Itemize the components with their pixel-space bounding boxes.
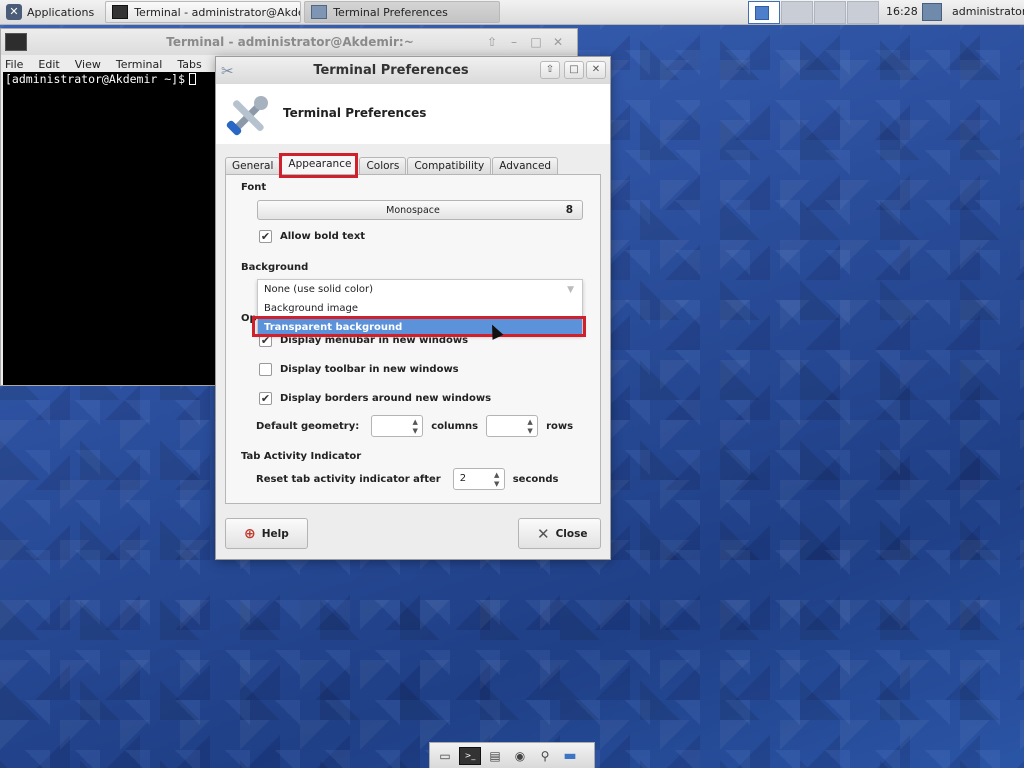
maximize-icon[interactable]: □ xyxy=(564,61,584,79)
folder-icon[interactable]: ▬ xyxy=(559,747,581,765)
font-size: 8 xyxy=(565,204,573,216)
clock[interactable]: 16:28 xyxy=(886,5,918,18)
seconds-label: seconds xyxy=(512,473,559,485)
workspace-switcher xyxy=(748,1,880,24)
bottom-dock: ▭ >_ ▤ ◉ ⚲ ▬ xyxy=(429,742,595,768)
background-section-label: Background xyxy=(241,262,309,273)
columns-spinbox[interactable]: ▲ ▼ xyxy=(371,415,424,437)
reset-tab-activity-label: Reset tab activity indicator after xyxy=(256,473,441,485)
user-menu[interactable]: administrator xyxy=(952,5,1024,18)
background-option-none-label: None (use solid color) xyxy=(264,284,373,295)
appearance-panel: Font Monospace 8 ✔ Allow bold text Backg… xyxy=(225,174,601,504)
terminal-prompt: [administrator@Akdemir ~]$ xyxy=(5,72,197,86)
shade-icon[interactable]: ⇧ xyxy=(540,61,560,79)
menu-view[interactable]: View xyxy=(75,58,101,71)
prefs-header: Terminal Preferences xyxy=(216,84,610,144)
close-icon: ✕ xyxy=(537,524,550,543)
terminal-screen[interactable] xyxy=(3,72,216,385)
display-borders-row[interactable]: ✔ Display borders around new windows xyxy=(259,392,491,405)
menu-terminal[interactable]: Terminal xyxy=(116,58,163,71)
display-toolbar-row[interactable]: Display toolbar in new windows xyxy=(259,363,459,376)
allow-bold-row[interactable]: ✔ Allow bold text xyxy=(259,230,365,243)
background-option-none[interactable]: None (use solid color) ▼ xyxy=(258,280,582,299)
terminal-icon xyxy=(112,5,129,19)
tab-general[interactable]: General xyxy=(225,157,281,174)
user-icon xyxy=(922,3,942,21)
display-borders-checkbox[interactable]: ✔ xyxy=(259,392,272,405)
taskbar-preferences-label: Terminal Preferences xyxy=(333,5,448,19)
display-borders-label: Display borders around new windows xyxy=(280,393,492,404)
preferences-tools-icon xyxy=(226,96,268,136)
prefs-titlebar[interactable]: ✂ Terminal Preferences ⇧ □ ✕ xyxy=(216,57,610,84)
close-button[interactable]: ✕ Close xyxy=(518,518,601,549)
top-panel: ✕ Applications Terminal - administrator@… xyxy=(0,0,1024,25)
applications-menu-label: Applications xyxy=(27,5,95,19)
prefs-header-title: Terminal Preferences xyxy=(283,106,427,120)
prefs-tabs: General Appearance Colors Compatibility … xyxy=(225,155,559,174)
close-icon[interactable]: ✕ xyxy=(547,35,569,49)
reset-tab-activity-row: Reset tab activity indicator after 2 ▲ ▼… xyxy=(256,468,567,490)
search-icon[interactable]: ⚲ xyxy=(534,747,556,765)
help-button[interactable]: ⊕ Help xyxy=(225,518,308,549)
maximize-icon[interactable]: □ xyxy=(525,35,547,49)
workspace-3[interactable] xyxy=(814,1,846,24)
spin-down-icon[interactable]: ▼ xyxy=(525,426,535,436)
tab-advanced[interactable]: Advanced xyxy=(492,157,559,174)
terminal-title: Terminal - administrator@Akdemir:~ xyxy=(166,35,414,49)
columns-label: columns xyxy=(431,420,479,432)
menu-edit[interactable]: Edit xyxy=(38,58,59,71)
terminal-icon xyxy=(5,33,27,51)
taskbar-terminal-preferences[interactable]: Terminal Preferences xyxy=(304,1,501,23)
applications-menu-icon: ✕ xyxy=(6,4,22,20)
help-icon: ⊕ xyxy=(244,525,256,542)
workspace-2[interactable] xyxy=(781,1,813,24)
taskbar-terminal-label: Terminal - administrator@Akdem... xyxy=(134,5,300,19)
terminal-prompt-text: [administrator@Akdemir ~]$ xyxy=(5,72,186,86)
allow-bold-checkbox[interactable]: ✔ xyxy=(259,230,272,243)
menu-tabs[interactable]: Tabs xyxy=(177,58,201,71)
font-name: Monospace xyxy=(386,205,440,216)
terminal-launcher-icon[interactable]: >_ xyxy=(459,746,481,765)
rows-label: rows xyxy=(546,420,574,432)
transparent-option-highlight xyxy=(252,316,586,337)
font-section-label: Font xyxy=(241,182,267,193)
display-toolbar-label: Display toolbar in new windows xyxy=(280,364,459,375)
reset-tab-activity-value: 2 xyxy=(459,473,467,484)
display-toolbar-checkbox[interactable] xyxy=(259,363,272,376)
close-icon[interactable]: ✕ xyxy=(586,61,606,79)
taskbar-terminal[interactable]: Terminal - administrator@Akdem... xyxy=(105,1,302,23)
reset-tab-activity-spinbox[interactable]: 2 ▲ ▼ xyxy=(452,468,505,490)
minimize-icon[interactable]: – xyxy=(503,35,525,49)
shade-icon[interactable]: ⇧ xyxy=(481,35,503,49)
web-browser-icon[interactable]: ◉ xyxy=(509,747,531,765)
tab-compatibility[interactable]: Compatibility xyxy=(407,157,492,174)
menu-file[interactable]: File xyxy=(5,58,23,71)
tab-activity-section-label: Tab Activity Indicator xyxy=(241,451,362,462)
terminal-preferences-dialog: ✂ Terminal Preferences ⇧ □ ✕ Terminal Pr… xyxy=(215,56,611,560)
workspace-1[interactable] xyxy=(748,1,780,24)
show-desktop-icon[interactable]: ▭ xyxy=(434,747,456,765)
font-picker-button[interactable]: Monospace 8 xyxy=(257,200,583,220)
preferences-icon xyxy=(311,5,328,19)
default-geometry-label: Default geometry: xyxy=(256,420,360,432)
rows-spinbox[interactable]: ▲ ▼ xyxy=(486,415,539,437)
appearance-tab-highlight xyxy=(279,153,358,178)
file-manager-icon[interactable]: ▤ xyxy=(484,747,506,765)
workspace-4[interactable] xyxy=(847,1,879,24)
chevron-down-icon: ▼ xyxy=(567,285,574,295)
help-label: Help xyxy=(261,527,289,540)
spin-down-icon[interactable]: ▼ xyxy=(410,426,420,436)
prefs-title: Terminal Preferences xyxy=(313,63,469,78)
default-geometry-row: Default geometry: ▲ ▼ columns ▲ ▼ rows xyxy=(256,415,581,437)
applications-menu-button[interactable]: ✕ Applications xyxy=(0,0,102,25)
terminal-titlebar[interactable]: Terminal - administrator@Akdemir:~ ⇧ – □… xyxy=(1,29,577,55)
terminal-cursor xyxy=(189,73,197,85)
tab-colors[interactable]: Colors xyxy=(359,157,407,174)
spin-down-icon[interactable]: ▼ xyxy=(492,479,502,489)
allow-bold-label: Allow bold text xyxy=(280,231,366,242)
close-label: Close xyxy=(555,527,588,540)
